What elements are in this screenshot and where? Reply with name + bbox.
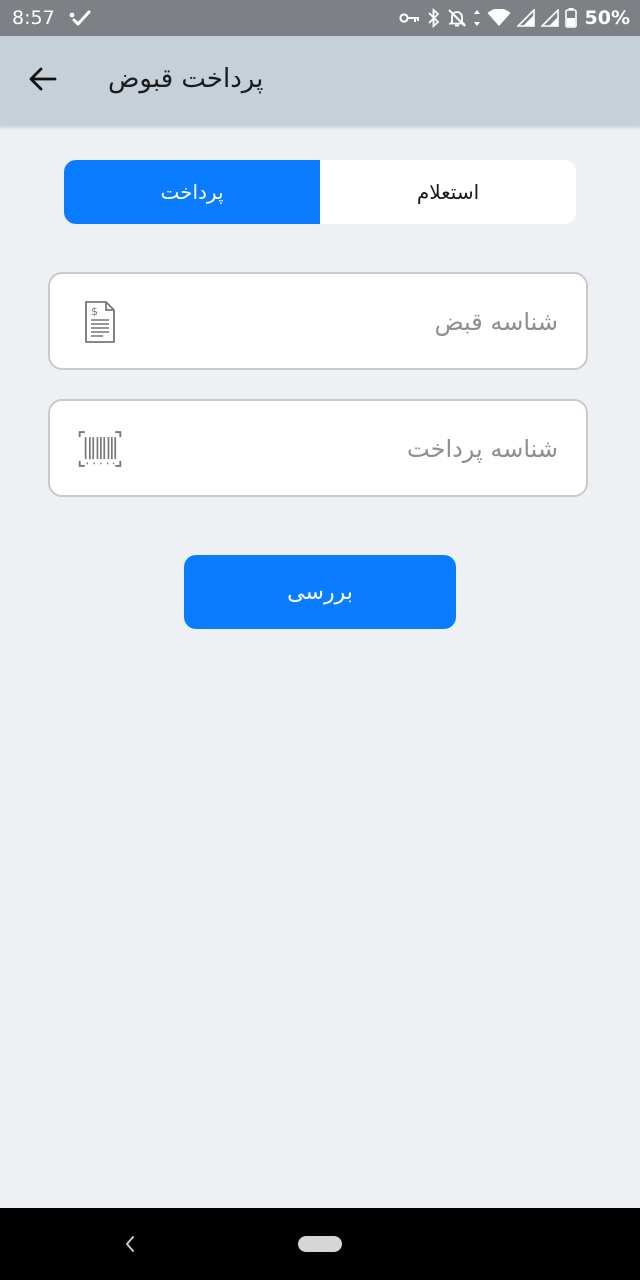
page-title: پرداخت قبوض	[108, 64, 264, 94]
payment-id-field[interactable]	[48, 399, 588, 497]
nav-home-pill[interactable]	[298, 1236, 342, 1252]
check-button[interactable]: بررسی	[184, 555, 456, 629]
tab-switcher: پرداخت استعلام	[64, 160, 576, 224]
signal-icon	[516, 9, 535, 27]
battery-icon	[564, 8, 577, 28]
vpn-key-icon	[398, 11, 421, 25]
status-bar: 8:57 50%	[0, 0, 640, 36]
barcode-scan-icon[interactable]	[78, 427, 122, 471]
tab-payment[interactable]: پرداخت	[64, 160, 320, 224]
bill-id-input[interactable]	[176, 274, 560, 370]
mute-icon	[447, 8, 467, 28]
screen: 8:57 50% پرداخت قبوض پرداخت استعلام $ شن…	[0, 0, 640, 1280]
data-arrows-icon	[473, 9, 481, 27]
payment-id-input[interactable]	[176, 401, 560, 497]
svg-text:$: $	[91, 305, 98, 318]
bill-id-field[interactable]: $	[48, 272, 588, 370]
tab-inquiry[interactable]: استعلام	[320, 160, 576, 224]
bill-document-icon[interactable]: $	[78, 300, 122, 344]
bluetooth-icon	[427, 8, 441, 28]
nav-back-icon[interactable]	[118, 1232, 142, 1256]
navigation-bar	[0, 1208, 640, 1280]
signal-icon	[540, 9, 559, 27]
status-icons: 50%	[398, 6, 630, 30]
app-bar: پرداخت قبوض	[0, 36, 640, 126]
status-time: 8:57	[12, 7, 55, 29]
missed-call-icon	[68, 7, 92, 29]
wifi-icon	[487, 9, 511, 27]
arrow-back-icon	[29, 67, 57, 95]
back-button[interactable]	[22, 60, 64, 102]
battery-percent: 50%	[584, 7, 630, 29]
